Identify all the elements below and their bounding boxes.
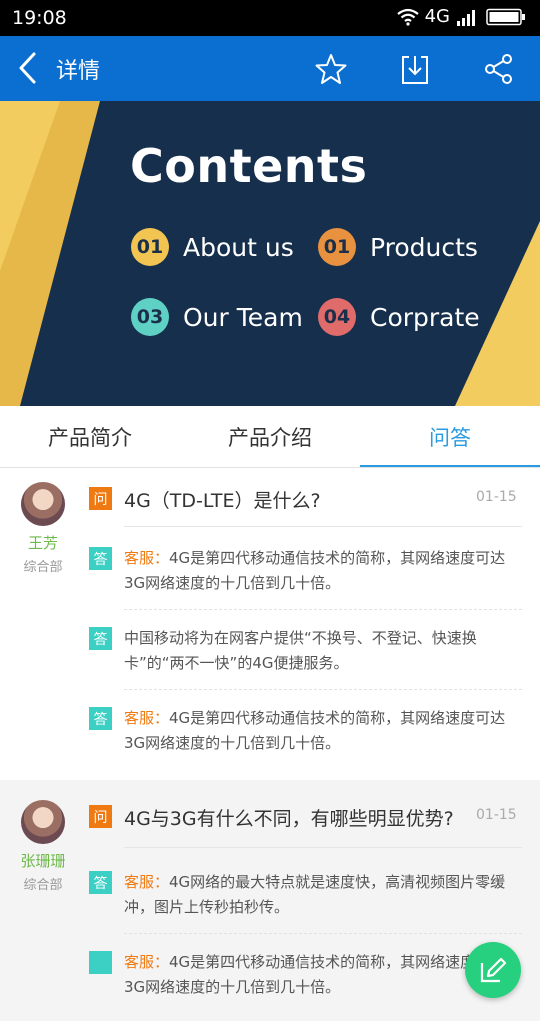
tab-qa[interactable]: 问答 <box>360 406 540 468</box>
battery-icon <box>486 8 525 25</box>
author-dept: 综合部 <box>23 878 63 893</box>
wifi-icon <box>396 8 419 26</box>
banner-heading: Contents <box>130 139 368 193</box>
qa-thread[interactable]: 王芳 综合部 问 4G（TD-LTE）是什么? 01-15 答 客服：4G是第四… <box>0 468 540 780</box>
question-date: 01-15 <box>476 807 517 823</box>
answer-badge: 答 <box>89 627 112 650</box>
answer-body: 4G是第四代移动通信技术的简称，其网络速度可达3G网络速度的十几倍到几十倍。 <box>124 549 506 592</box>
answer-text[interactable]: 客服：4G是第四代移动通信技术的简称，其网络速度可达3G网络速度的十几倍到几十倍… <box>124 546 522 596</box>
divider <box>124 689 522 690</box>
answer-body: 4G是第四代移动通信技术的简称，其网络速度可达3G网络速度的十几倍到几十倍。 <box>124 709 506 752</box>
answer-badge: 答 <box>89 547 112 570</box>
answer-badge: 答 <box>89 871 112 894</box>
star-icon[interactable] <box>314 52 348 86</box>
divider <box>124 933 522 934</box>
contents-label: About us <box>183 232 294 262</box>
contents-item-products: 01 Products <box>318 228 478 266</box>
contents-banner: Contents 01 About us 01 Products 03 Our … <box>0 101 540 406</box>
answer-author: 客服： <box>124 549 170 567</box>
contents-label: Corprate <box>370 302 480 332</box>
answer-text[interactable]: 客服：4G网络的最大特点就是速度快，高清视频图片零缓冲，图片上传秒拍秒传。 <box>124 870 522 920</box>
author-dept: 综合部 <box>23 560 63 575</box>
network-type: 4G <box>424 6 450 27</box>
author-name: 张珊珊 <box>20 852 66 870</box>
answer-text[interactable]: 客服：4G是第四代移动通信技术的简称，其网络速度可达3G网络速度的十几倍到几十倍… <box>124 706 522 756</box>
back-arrow-icon[interactable] <box>14 50 44 86</box>
question-date: 01-15 <box>476 489 517 505</box>
download-icon[interactable] <box>398 52 432 86</box>
answer-text[interactable]: 客服：4G是第四代移动通信技术的简称，其网络速度可达3G网络速度的十几倍到几十倍… <box>124 950 522 1000</box>
tab-product-summary[interactable]: 产品简介 <box>0 406 180 468</box>
contents-item-about-us: 01 About us <box>131 228 294 266</box>
answer-author: 客服： <box>124 953 170 971</box>
question-text[interactable]: 4G与3G有什么不同，有哪些明显优势? <box>124 804 454 831</box>
share-icon[interactable] <box>482 52 516 86</box>
contents-number: 01 <box>318 228 356 266</box>
question-badge: 问 <box>89 487 112 510</box>
answer-author: 客服： <box>124 709 170 727</box>
contents-number: 04 <box>318 298 356 336</box>
contents-number: 01 <box>131 228 169 266</box>
status-time: 19:08 <box>12 7 67 29</box>
avatar[interactable] <box>21 482 65 526</box>
contents-label: Our Team <box>183 302 303 332</box>
answer-author: 客服： <box>124 873 170 891</box>
contents-item-corprate: 04 Corprate <box>318 298 480 336</box>
answer-body: 中国移动将为在网客户提供“不换号、不登记、快速换卡”的“两不一快”的4G便捷服务… <box>124 629 477 672</box>
tab-product-intro[interactable]: 产品介绍 <box>180 406 360 468</box>
status-bar: 19:08 4G <box>0 0 540 36</box>
edit-icon <box>480 957 507 983</box>
answer-body: 4G是第四代移动通信技术的简称，其网络速度可达3G网络速度的十几倍到几十倍。 <box>124 953 506 996</box>
answer-badge: 答 <box>89 707 112 730</box>
contents-number: 03 <box>131 298 169 336</box>
page-title: 详情 <box>56 59 101 84</box>
author-name: 王芳 <box>27 534 58 552</box>
top-nav-bar: 详情 <box>0 36 540 101</box>
answer-text[interactable]: 中国移动将为在网客户提供“不换号、不登记、快速换卡”的“两不一快”的4G便捷服务… <box>124 626 522 676</box>
divider <box>124 847 522 848</box>
contents-item-our-team: 03 Our Team <box>131 298 303 336</box>
answer-badge <box>89 951 112 974</box>
divider <box>124 526 522 527</box>
status-icons: 4G <box>396 6 526 27</box>
contents-label: Products <box>370 232 478 262</box>
question-text[interactable]: 4G（TD-LTE）是什么? <box>124 486 321 513</box>
avatar[interactable] <box>21 800 65 844</box>
active-tab-indicator <box>360 465 540 467</box>
signal-icon <box>457 9 475 26</box>
tab-bar: 产品简介 产品介绍 问答 <box>0 406 540 468</box>
answer-body: 4G网络的最大特点就是速度快，高清视频图片零缓冲，图片上传秒拍秒传。 <box>124 873 506 916</box>
divider <box>124 609 522 610</box>
question-badge: 问 <box>89 805 112 828</box>
qa-thread[interactable]: 张珊珊 综合部 问 4G与3G有什么不同，有哪些明显优势? 01-15 答 客服… <box>0 780 540 1021</box>
compose-button[interactable] <box>465 942 521 998</box>
